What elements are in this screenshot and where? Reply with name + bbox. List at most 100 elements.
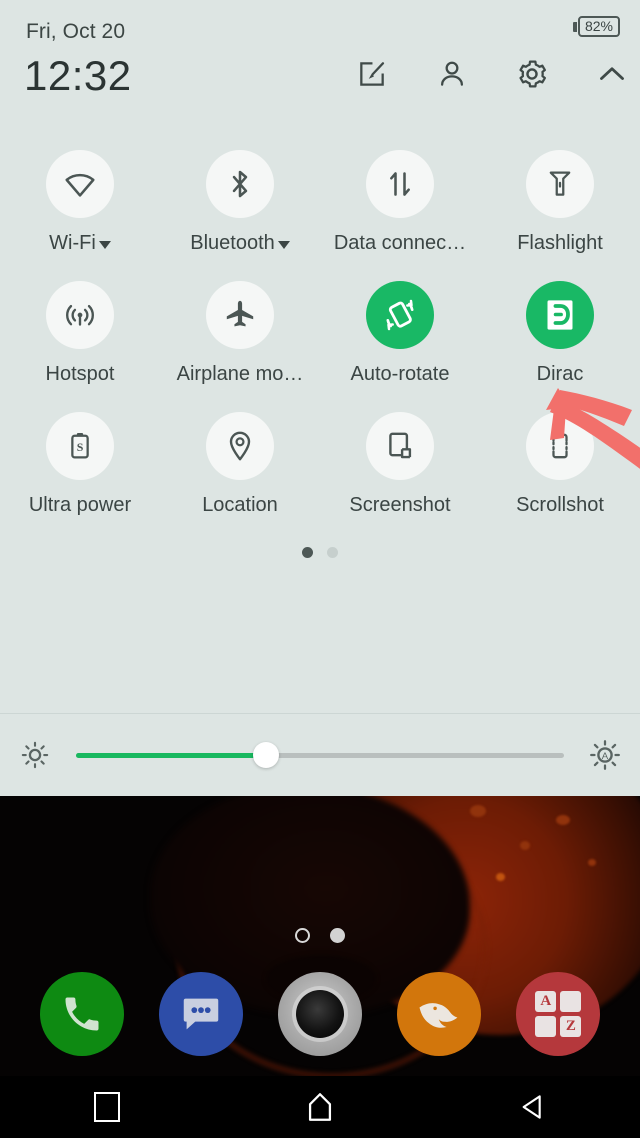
tile-wifi-label: Wi-Fi <box>49 232 111 255</box>
scrollshot-icon <box>552 433 568 459</box>
ultra-power-icon: S <box>71 432 89 459</box>
phone-app-icon[interactable] <box>39 972 124 1056</box>
recents-button[interactable] <box>57 1076 157 1138</box>
wallpaper-speck <box>520 841 530 850</box>
tile-auto-rotate-label: Auto-rotate <box>351 363 450 386</box>
wallpaper-speck <box>556 815 570 825</box>
tile-screenshot-circle[interactable] <box>366 412 434 480</box>
home-button[interactable] <box>270 1076 370 1138</box>
tile-flashlight[interactable]: Flashlight <box>480 124 640 255</box>
brightness-auto-icon: A <box>590 740 620 770</box>
user-button[interactable] <box>432 54 472 94</box>
browser-app-icon[interactable] <box>397 972 482 1056</box>
home-icon <box>308 1093 332 1121</box>
dirac-icon <box>547 300 573 330</box>
header-action-icons <box>352 54 632 94</box>
wallpaper-speck <box>588 859 596 866</box>
tile-label-text: Auto-rotate <box>350 363 450 385</box>
tile-row: Wi-Fi Bluetooth Data connec… Flashlight <box>0 124 640 255</box>
tile-airplane-mode[interactable]: Airplane mo… <box>160 255 320 386</box>
collapse-button[interactable] <box>592 54 632 94</box>
status-date: Fri, Oct 20 <box>26 20 126 43</box>
tile-wifi-circle[interactable] <box>46 150 114 218</box>
message-bubble-glyph <box>183 998 219 1030</box>
tile-ultra-power-circle[interactable]: S <box>46 412 114 480</box>
settings-button[interactable] <box>512 54 552 94</box>
tile-location[interactable]: Location <box>160 386 320 517</box>
tile-label-text: Scrollshot <box>516 494 604 516</box>
screenshot-icon <box>389 432 412 459</box>
tile-hotspot-circle[interactable] <box>46 281 114 349</box>
tile-hotspot[interactable]: Hotspot <box>0 255 160 386</box>
qs-page-dot[interactable] <box>327 547 338 558</box>
tile-scrollshot-label: Scrollshot <box>516 494 604 517</box>
qs-page-dot-active[interactable] <box>302 547 313 558</box>
tile-data-connection-circle[interactable] <box>366 150 434 218</box>
tile-label-text: Location <box>202 494 278 516</box>
svg-text:S: S <box>77 440 84 454</box>
tile-auto-rotate-circle[interactable] <box>366 281 434 349</box>
brightness-low-button[interactable] <box>0 738 70 772</box>
quick-settings-tiles: Wi-Fi Bluetooth Data connec… Flashlight … <box>0 120 640 558</box>
auto-rotate-icon <box>386 299 414 331</box>
tile-auto-rotate[interactable]: Auto-rotate <box>320 255 480 386</box>
quick-settings-page-indicator <box>0 547 640 558</box>
tile-scrollshot[interactable]: Scrollshot <box>480 386 640 517</box>
drawer-cell-z: Z <box>560 1016 582 1037</box>
app-drawer-icon[interactable]: A Z <box>516 972 601 1056</box>
tile-location-label: Location <box>202 494 278 517</box>
tile-label-text: Wi-Fi <box>49 232 96 254</box>
brightness-slider-fill <box>76 752 267 758</box>
tile-row: Hotspot Airplane mo… Auto-rotate Dirac <box>0 255 640 386</box>
messages-app-icon[interactable] <box>158 972 243 1056</box>
tile-label-text: Flashlight <box>517 232 603 254</box>
chevron-down-icon[interactable] <box>277 241 290 249</box>
drawer-cell-blank <box>560 991 582 1012</box>
tile-flashlight-circle[interactable] <box>526 150 594 218</box>
settings-gear-icon <box>519 60 547 88</box>
tile-label-text: Airplane mo… <box>176 363 304 385</box>
tile-scrollshot-circle[interactable] <box>526 412 594 480</box>
chevron-down-icon[interactable] <box>98 241 111 249</box>
tile-ultra-power[interactable]: S Ultra power <box>0 386 160 517</box>
tile-ultra-power-label: Ultra power <box>29 494 131 517</box>
battery-nub-icon <box>572 21 577 32</box>
brightness-slider-thumb[interactable] <box>253 742 280 768</box>
home-page-dot[interactable] <box>295 928 310 943</box>
tile-data-connection[interactable]: Data connec… <box>320 124 480 255</box>
phone-screen: A Z Fri, Oct 20 12:32 82% Wi-Fi Bluetoot… <box>0 0 640 1138</box>
tile-flashlight-label: Flashlight <box>517 232 603 255</box>
tile-data-connection-label: Data connec… <box>334 232 466 255</box>
wallpaper-speck <box>470 805 486 817</box>
back-button[interactable] <box>483 1076 583 1138</box>
data-connection-icon <box>390 172 410 196</box>
tile-location-circle[interactable] <box>206 412 274 480</box>
tile-label-text: Hotspot <box>45 363 115 385</box>
back-triangle-icon <box>522 1095 542 1119</box>
tile-bluetooth-circle[interactable] <box>206 150 274 218</box>
status-clock: 12:32 <box>24 52 132 99</box>
app-drawer-grid: A Z <box>535 991 582 1037</box>
tile-dirac-circle[interactable] <box>526 281 594 349</box>
tile-airplane-mode-label: Airplane mo… <box>177 363 304 386</box>
edit-icon <box>360 62 385 86</box>
tile-hotspot-label: Hotspot <box>46 363 115 386</box>
tile-bluetooth-label: Bluetooth <box>190 232 290 255</box>
tile-dirac[interactable]: Dirac <box>480 255 640 386</box>
airplane-icon <box>226 300 254 327</box>
bluetooth-icon <box>232 170 248 198</box>
tile-airplane-mode-circle[interactable] <box>206 281 274 349</box>
tile-label-text: Dirac <box>536 363 584 385</box>
browser-bird-glyph <box>419 1003 458 1028</box>
tile-row: S Ultra power Location Screenshot Scroll… <box>0 386 640 517</box>
camera-app-icon[interactable] <box>277 972 362 1056</box>
tile-bluetooth[interactable]: Bluetooth <box>160 124 320 255</box>
brightness-slider[interactable] <box>76 735 564 775</box>
tile-wifi[interactable]: Wi-Fi <box>0 124 160 255</box>
home-page-dot-active[interactable] <box>330 928 345 943</box>
battery-percent-label: 82% <box>577 16 620 37</box>
edit-button[interactable] <box>352 54 392 94</box>
brightness-auto-button[interactable]: A <box>570 737 640 773</box>
location-pin-icon <box>229 431 251 461</box>
tile-screenshot[interactable]: Screenshot <box>320 386 480 517</box>
